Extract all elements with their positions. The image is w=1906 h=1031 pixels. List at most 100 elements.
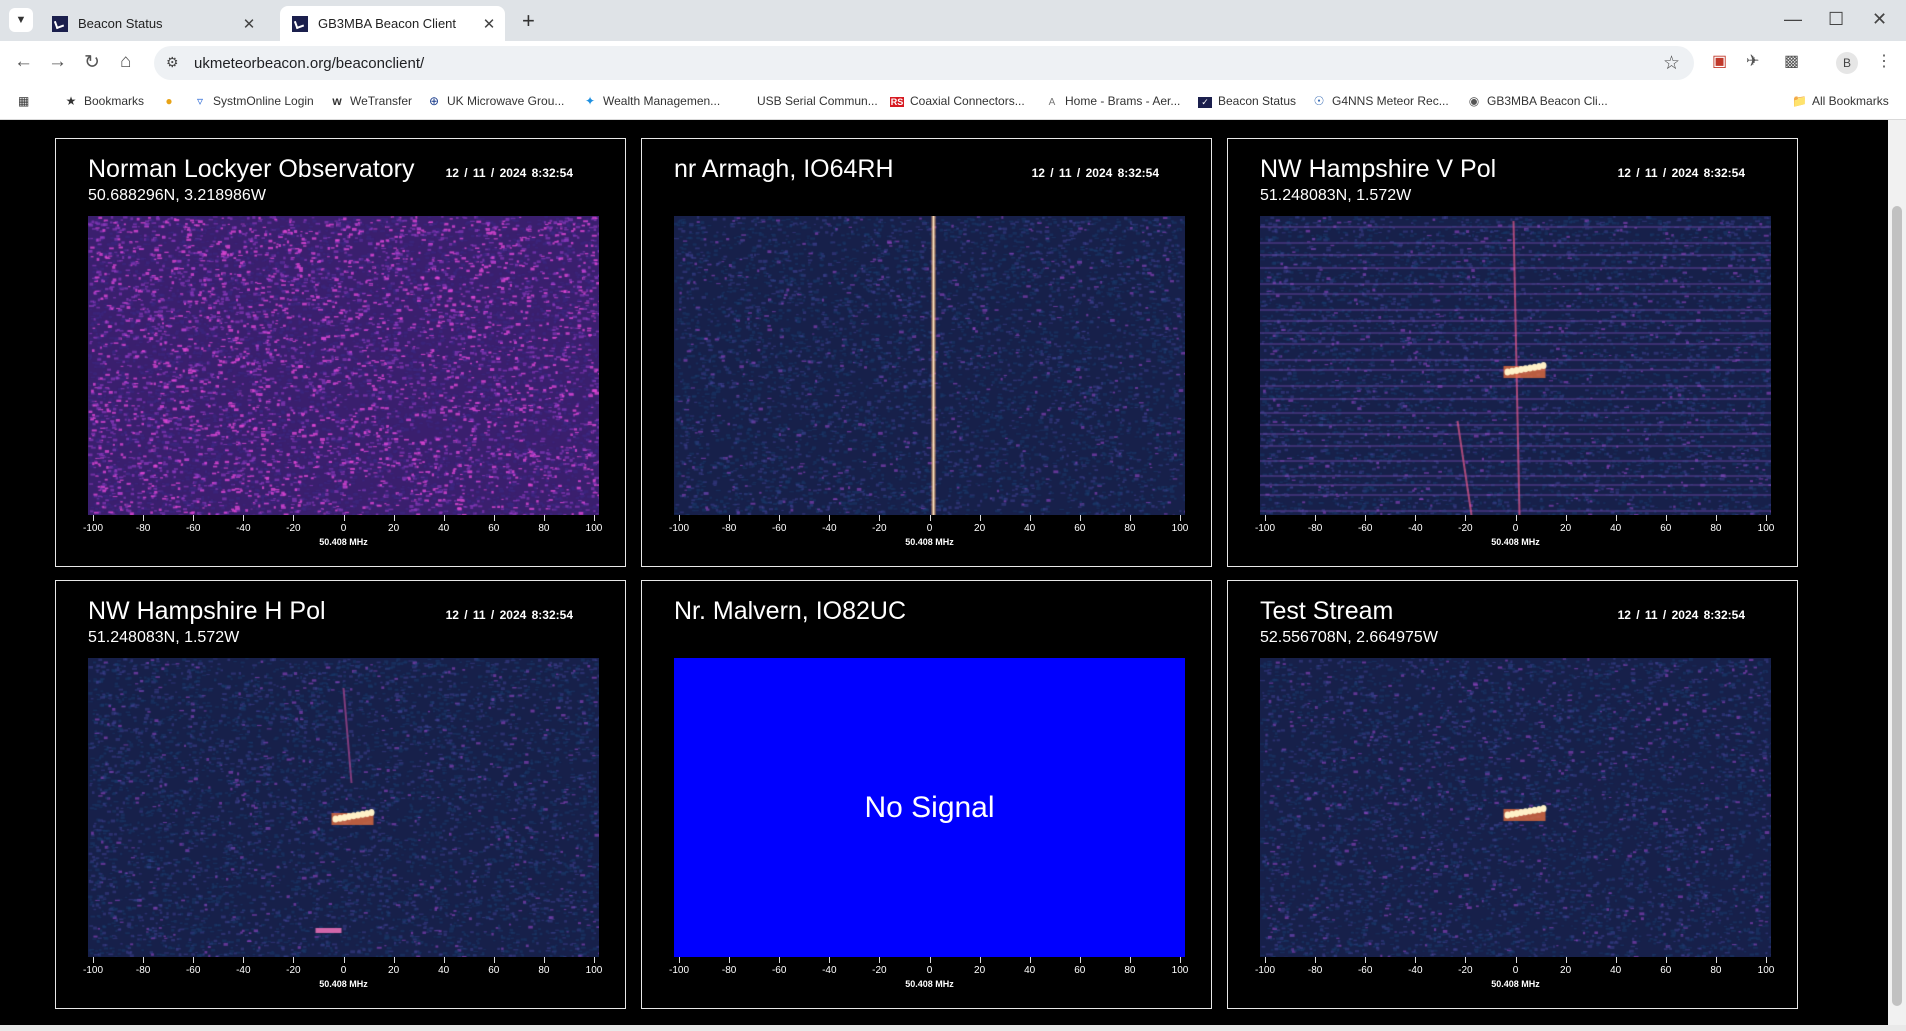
bookmark-item[interactable]: ◉ GB3MBA Beacon Cli... xyxy=(1467,94,1608,108)
close-icon[interactable]: ✕ xyxy=(479,15,499,33)
microwave-icon: ⊕ xyxy=(428,94,440,108)
extensions-puzzle-icon[interactable]: ▩ xyxy=(1784,51,1799,71)
axis-tick xyxy=(729,515,731,521)
bookmark-item[interactable]: USB Serial Commun... xyxy=(737,94,878,108)
bookmark-item[interactable]: ⊕ UK Microwave Grou... xyxy=(427,94,564,108)
bookmark-item[interactable]: ✓ Beacon Status xyxy=(1198,94,1296,108)
axis-tick xyxy=(1415,957,1417,963)
beacon-icon: ✓ xyxy=(1198,97,1212,108)
bookmark-item[interactable]: w WeTransfer xyxy=(330,94,412,108)
axis-tick-label: -20 xyxy=(872,965,887,976)
address-bar[interactable]: ⚙ ukmeteorbeacon.org/beaconclient/ ☆ xyxy=(154,46,1694,80)
axis-tick-label: 100 xyxy=(1757,523,1775,534)
axis-tick-label: 0 xyxy=(926,523,933,534)
forward-arrow-icon[interactable]: → xyxy=(48,51,67,73)
axis-tick-label: -100 xyxy=(1254,523,1275,534)
axis-tick-label: -80 xyxy=(135,523,151,534)
axis-tick-label: -20 xyxy=(1458,523,1473,534)
axis-tick-label: 100 xyxy=(1171,523,1189,534)
bookmark-item[interactable]: ★ Bookmarks xyxy=(64,94,144,108)
axis-frequency-label: 50.408 MHz xyxy=(1491,537,1540,547)
extension-plane-icon[interactable]: ✈ xyxy=(1746,51,1759,71)
browser-toolbar: ← → ↻ ⌂ ⚙ ukmeteorbeacon.org/beaconclien… xyxy=(0,41,1906,85)
axis-tick-label: 60 xyxy=(1074,523,1086,534)
bookmark-item[interactable]: A Home - Brams - Aer... xyxy=(1045,94,1181,108)
panel-timestamp: 12 / 11 / 2024 8:32:54 xyxy=(1617,608,1745,622)
axis-tick-label: -60 xyxy=(1357,965,1373,976)
axis-frequency-label: 50.408 MHz xyxy=(905,537,954,547)
axis-tick xyxy=(293,957,295,963)
panel-timestamp: 12 / 11 / 2024 8:32:54 xyxy=(445,608,573,622)
reload-icon[interactable]: ↻ xyxy=(84,51,100,74)
axis-tick-label: -40 xyxy=(236,965,251,976)
axis-tick xyxy=(979,957,981,963)
axis-tick xyxy=(1265,957,1266,963)
beacon-panel: nr Armagh, IO64RH 12 / 11 / 2024 8:32:54 -… xyxy=(641,138,1212,567)
folder-icon: 📁 xyxy=(1792,94,1807,108)
tab-beacon-status[interactable]: Beacon Status ✕ xyxy=(40,6,265,41)
axis-tick xyxy=(343,515,345,521)
beacon-panel: Test Stream 52.556708N, 2.664975W 12 / 11 … xyxy=(1227,580,1798,1009)
frequency-axis: -100 -80 -60 -40 -20 0 20 40 60 80 100 50.408 MHz xyxy=(669,957,1188,997)
axis-tick xyxy=(979,515,981,521)
axis-tick-label: -60 xyxy=(771,523,787,534)
axis-tick-label: -40 xyxy=(236,523,251,534)
axis-tick xyxy=(243,957,245,963)
axis-tick-label: 20 xyxy=(974,523,986,534)
profile-avatar[interactable]: B xyxy=(1836,52,1858,74)
axis-tick-label: 40 xyxy=(1024,965,1036,976)
minimize-icon[interactable]: — xyxy=(1784,9,1802,30)
home-icon[interactable]: ⌂ xyxy=(120,51,131,73)
axis-tick-label: -40 xyxy=(1408,523,1423,534)
axis-tick xyxy=(679,515,680,521)
bookmark-label: G4NNS Meteor Rec... xyxy=(1332,94,1449,108)
bookmark-item[interactable]: RS Coaxial Connectors... xyxy=(890,94,1025,108)
menu-kebab-icon[interactable]: ⋮ xyxy=(1876,51,1892,71)
axis-tick-label: -40 xyxy=(822,965,837,976)
back-arrow-icon[interactable]: ← xyxy=(14,51,33,73)
vertical-scrollbar[interactable] xyxy=(1888,120,1906,1025)
axis-tick xyxy=(143,515,145,521)
extension-red-icon[interactable]: ▣ xyxy=(1712,51,1727,71)
waterfall-spectrogram xyxy=(88,216,599,515)
tab-search-chevron-icon[interactable]: ▼ xyxy=(9,8,33,32)
maximize-icon[interactable]: ☐ xyxy=(1828,9,1844,30)
frequency-axis: -100 -80 -60 -40 -20 0 20 40 60 80 100 50.408 MHz xyxy=(1255,515,1774,555)
no-signal-text: No Signal xyxy=(864,790,995,824)
axis-tick-label: 100 xyxy=(1171,965,1189,976)
tab-gb3mba-beacon-client[interactable]: GB3MBA Beacon Client ✕ xyxy=(280,6,505,41)
bookmark-item[interactable]: ✦ Wealth Managemen... xyxy=(583,94,720,108)
window-close-icon[interactable]: ✕ xyxy=(1872,9,1887,30)
axis-tick xyxy=(929,515,931,521)
bookmark-item[interactable]: ● xyxy=(162,94,182,108)
bookmark-item[interactable]: ▿ SystmOnline Login xyxy=(193,94,314,108)
page-content: Norman Lockyer Observatory 50.688296N, 3.… xyxy=(0,120,1888,1025)
axis-tick-label: -60 xyxy=(185,965,201,976)
axis-tick-label: 100 xyxy=(585,965,603,976)
axis-tick xyxy=(594,957,595,963)
beacon-favicon-icon xyxy=(52,15,68,32)
axis-frequency-label: 50.408 MHz xyxy=(319,979,368,989)
new-tab-plus-icon[interactable]: + xyxy=(522,8,535,34)
axis-tick xyxy=(1665,957,1667,963)
apps-grid-icon[interactable]: ▦ xyxy=(18,94,29,108)
axis-tick xyxy=(1766,515,1767,521)
scrollbar-thumb[interactable] xyxy=(1892,206,1902,1006)
all-bookmarks[interactable]: 📁 All Bookmarks xyxy=(1792,94,1889,108)
axis-tick-label: -80 xyxy=(721,965,737,976)
axis-tick xyxy=(1415,515,1417,521)
close-icon[interactable]: ✕ xyxy=(239,15,259,33)
waterfall-spectrogram xyxy=(1260,658,1771,957)
axis-tick-label: -100 xyxy=(668,965,689,976)
url-text[interactable]: ukmeteorbeacon.org/beaconclient/ xyxy=(194,55,424,72)
axis-tick xyxy=(1180,957,1181,963)
axis-tick xyxy=(729,957,731,963)
axis-frequency-label: 50.408 MHz xyxy=(905,979,954,989)
bookmark-item[interactable]: ☉ G4NNS Meteor Rec... xyxy=(1312,94,1449,108)
panel-title: Norman Lockyer Observatory xyxy=(88,155,415,183)
axis-tick-label: 60 xyxy=(1660,965,1672,976)
bookmark-star-icon[interactable]: ☆ xyxy=(1663,52,1680,75)
beacon-favicon-icon xyxy=(292,15,308,32)
axis-tick xyxy=(1079,515,1081,521)
site-info-icon[interactable]: ⚙ xyxy=(166,54,179,71)
